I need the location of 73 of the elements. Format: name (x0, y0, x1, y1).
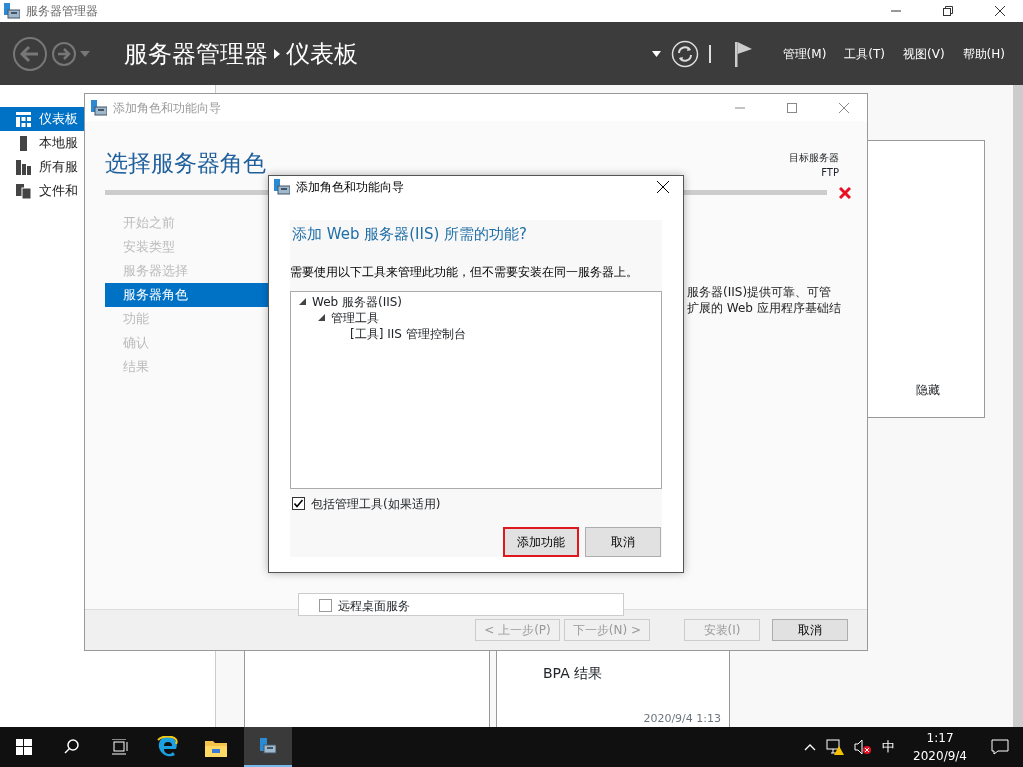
menu-item[interactable]: 管理(M) (774, 44, 835, 63)
windows-icon (16, 739, 32, 755)
nav-item[interactable]: 所有服 (0, 155, 84, 179)
notification-icon[interactable] (991, 739, 1009, 755)
nav-item[interactable]: 仪表板 (0, 107, 84, 131)
nav-label: 所有服 (39, 158, 78, 177)
tree-item[interactable]: 管理工具 (331, 308, 379, 327)
restore-icon (943, 6, 953, 16)
tree-item[interactable]: Web 服务器(IIS) (312, 292, 403, 311)
dialog-button[interactable]: 取消 (585, 526, 661, 557)
close-icon (839, 102, 849, 113)
clock-time[interactable]: 1:17 (913, 729, 967, 747)
nav-label: 文件和 (39, 182, 78, 201)
expanded-icon[interactable] (318, 314, 325, 322)
app-icon (4, 3, 20, 19)
nav-label: 本地服 (39, 134, 78, 153)
wizard-step[interactable]: 服务器角色 (105, 282, 269, 307)
dialog-button[interactable]: 添加功能 (503, 526, 579, 557)
server-manager-button[interactable] (244, 727, 292, 767)
target-server: FTP (820, 166, 839, 180)
app-icon (91, 99, 107, 116)
dialog-text: 需要使用以下工具来管理此功能，但不需要安装在同一服务器上。 (290, 263, 639, 281)
refresh-icon[interactable] (670, 39, 699, 68)
menu-item[interactable]: 视图(V) (895, 44, 953, 63)
chevron-up-icon[interactable] (804, 743, 817, 751)
description-text: 扩展的 Web 应用程序基础结 (687, 300, 841, 316)
search-icon (64, 739, 80, 755)
nav-label: 仪表板 (39, 110, 78, 129)
menu-item[interactable]: 工具(T) (836, 44, 894, 63)
volume-muted-icon[interactable] (854, 739, 873, 755)
app-icon (274, 179, 290, 195)
back-button[interactable] (12, 35, 48, 72)
nav-item[interactable]: 本地服 (0, 131, 84, 155)
role-checkbox[interactable] (319, 599, 332, 612)
dialog-title: 添加角色和功能向导 (296, 179, 404, 196)
maximize-icon (787, 102, 797, 113)
close-icon (995, 6, 1005, 16)
checkbox[interactable] (292, 497, 305, 511)
task-view-icon (112, 739, 128, 755)
scrollbar[interactable] (1013, 85, 1023, 727)
target-label: 目标服务器 (789, 151, 839, 165)
flag-icon[interactable] (732, 40, 753, 67)
browser-icon (156, 736, 180, 758)
servers-icon (16, 159, 31, 175)
forward-button[interactable] (51, 40, 77, 67)
tile-time: 2020/9/4 1:13 (642, 710, 721, 727)
wizard-button[interactable]: 取消 (772, 619, 848, 641)
network-warning-icon[interactable] (826, 739, 845, 755)
server-manager-icon (260, 738, 276, 754)
role-label: 远程桌面服务 (338, 600, 410, 612)
dialog-heading: 添加 Web 服务器(IIS) 所需的功能? (291, 224, 529, 245)
caret-icon[interactable] (651, 50, 661, 57)
clock-date[interactable]: 2020/9/4 (913, 747, 967, 765)
window-title: 服务器管理器 (26, 3, 98, 20)
expanded-icon[interactable] (299, 298, 306, 306)
breadcrumb-item[interactable]: 服务器管理器 (124, 35, 268, 72)
divider-icon (708, 44, 711, 63)
checkbox-label: 包括管理工具(如果适用) (311, 495, 441, 513)
page-heading: 选择服务器角色 (105, 149, 266, 178)
role-list-row[interactable]: 远程桌面服务 (298, 593, 624, 616)
breadcrumb-item[interactable]: 仪表板 (286, 35, 358, 72)
close-icon (657, 181, 669, 193)
hide-link[interactable]: 隐藏 (916, 381, 940, 399)
input-method[interactable]: 中 (882, 737, 896, 757)
menu-item[interactable]: 帮助(H) (954, 44, 1013, 63)
window-title: 添加角色和功能向导 (113, 99, 221, 117)
chevron-icon (274, 48, 280, 59)
dashboard-icon (16, 111, 31, 127)
tile-title: BPA 结果 (543, 664, 604, 683)
description-text: 服务器(IIS)提供可靠、可管 (687, 284, 833, 300)
nav-item[interactable]: 文件和 (0, 179, 84, 203)
error-icon (839, 186, 851, 199)
tree-item[interactable]: [工具] IIS 管理控制台 (350, 324, 466, 343)
